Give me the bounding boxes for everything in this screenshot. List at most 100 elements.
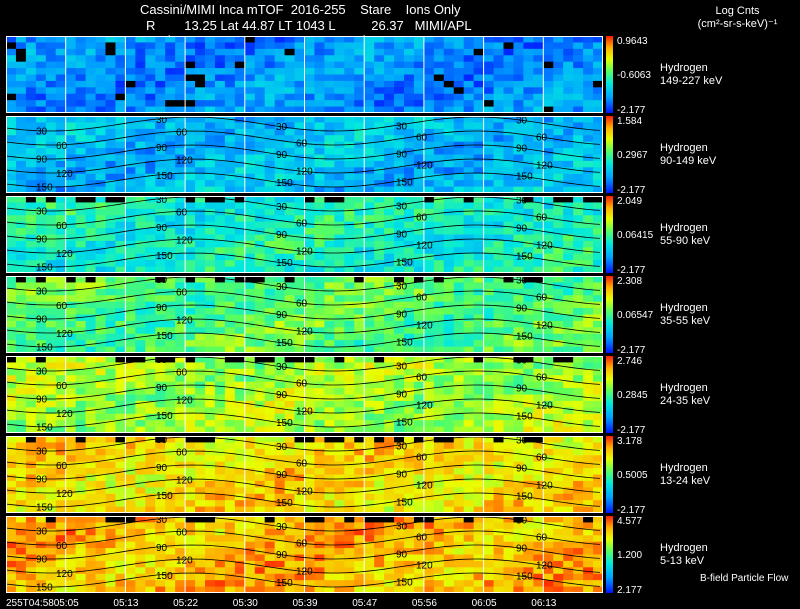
spectrogram-cell — [443, 42, 455, 50]
spectrogram-cell — [324, 295, 335, 303]
spectrogram-cell — [314, 240, 325, 248]
spectrogram-cell — [224, 420, 236, 428]
spectrogram-cell — [65, 375, 77, 383]
spectrogram-cell — [85, 135, 97, 143]
spectrogram-cell — [374, 42, 385, 50]
contour-label: 30 — [156, 196, 168, 206]
spectrogram-cell — [45, 455, 57, 463]
spectrogram-cell — [205, 522, 216, 530]
spectrogram-cell — [274, 301, 286, 309]
spectrogram-cell — [95, 93, 106, 101]
spectrogram-cell — [413, 122, 425, 130]
spectrogram-cell — [563, 282, 574, 290]
spectrogram-cell — [384, 528, 395, 536]
spectrogram-cell — [553, 116, 564, 123]
spectrogram-cell — [45, 388, 57, 395]
spectrogram-cell — [195, 253, 206, 261]
spectrogram-cell — [25, 487, 37, 495]
spectrogram-cell — [364, 528, 375, 536]
spectrogram-cell — [45, 442, 57, 450]
spectrogram-cell — [85, 308, 97, 315]
spectrogram-cell — [65, 100, 77, 108]
spectrogram-cell — [185, 173, 196, 181]
spectrogram-cell — [583, 87, 594, 95]
spectrogram-cell — [553, 173, 564, 181]
spectrogram-cell — [165, 320, 176, 328]
spectrogram-cell — [234, 301, 246, 309]
spectrogram-cell — [35, 55, 47, 63]
spectrogram-cell — [324, 68, 335, 75]
spectrogram-cell — [165, 400, 176, 408]
spectrogram-cell — [165, 295, 176, 303]
spectrogram-cell — [115, 407, 126, 415]
spectrogram-cell — [334, 74, 345, 82]
spectrogram-cell — [75, 173, 87, 181]
spectrogram-cell — [483, 215, 495, 223]
spectrogram-cell — [125, 468, 136, 475]
spectrogram-cell — [563, 301, 574, 309]
spectrogram-cell — [593, 42, 603, 50]
spectrogram-cell — [453, 413, 465, 421]
spectrogram-cell — [443, 48, 455, 56]
spectrogram-cell — [583, 48, 594, 56]
spectrogram-cell — [404, 320, 415, 328]
spectrogram-cell — [95, 368, 106, 376]
spectrogram-cell — [35, 116, 47, 123]
spectrogram-cell — [334, 320, 345, 328]
spectrogram-cell — [85, 548, 97, 555]
spectrogram-cell — [453, 448, 465, 456]
spectrogram-cell — [324, 413, 335, 421]
spectrogram-cell — [195, 320, 206, 328]
spectrogram-cell — [563, 100, 574, 108]
spectrogram-cell — [364, 228, 375, 235]
spectrogram-cell — [15, 221, 27, 229]
spectrogram-cell — [15, 362, 27, 370]
spectrogram-cell — [394, 381, 405, 389]
spectrogram-cell — [25, 295, 37, 303]
spectrogram-cell — [65, 548, 77, 555]
spectrogram-cell — [105, 154, 116, 162]
spectrogram-cell — [65, 42, 77, 50]
contour-label: 120 — [416, 160, 433, 171]
spectrogram-cell — [354, 388, 365, 395]
spectrogram-cell — [85, 276, 97, 283]
contour-label: 150 — [36, 503, 53, 513]
spectrogram-cell — [214, 260, 226, 268]
spectrogram-cell — [463, 362, 475, 370]
colorbar-max-label: 0.9643 — [617, 36, 648, 47]
spectrogram-cell — [15, 247, 27, 255]
spectrogram-cell — [423, 93, 435, 101]
spectrogram-cell — [394, 407, 405, 415]
spectrogram-cell — [493, 461, 504, 469]
spectrogram-cell — [354, 141, 365, 149]
units-line1: Log Cnts — [715, 5, 760, 17]
spectrogram-cell — [65, 381, 77, 389]
spectrogram-cell — [463, 135, 475, 143]
spectrogram-cell — [344, 122, 355, 130]
spectrogram-cell — [185, 93, 196, 101]
spectrogram-cell — [463, 74, 475, 82]
spectrogram-cell — [453, 55, 465, 63]
spectrogram-cell — [443, 407, 455, 415]
contour-label: 30 — [36, 207, 48, 218]
spectrogram-cell — [125, 474, 136, 482]
spectrogram-cell — [25, 36, 37, 43]
spectrogram-cell — [483, 228, 495, 235]
spectrogram-cell — [543, 48, 554, 56]
spectrogram-cell — [6, 420, 17, 428]
spectrogram-cell — [443, 442, 455, 450]
spectrogram-cell — [15, 167, 27, 175]
spectrogram-cell — [483, 61, 495, 69]
spectrogram-cell — [264, 173, 276, 181]
spectrogram-cell — [244, 154, 256, 162]
spectrogram-cell — [155, 42, 166, 50]
spectrogram-cell — [135, 215, 146, 223]
spectrogram-cell — [55, 528, 67, 536]
spectrogram-cell — [483, 80, 495, 88]
spectrogram-cell — [205, 122, 216, 130]
contour-label: 120 — [536, 320, 553, 331]
spectrogram-cell — [374, 74, 385, 82]
spectrogram-cell — [493, 93, 504, 101]
spectrogram-cell — [423, 61, 435, 69]
spectrogram-cell — [75, 362, 87, 370]
